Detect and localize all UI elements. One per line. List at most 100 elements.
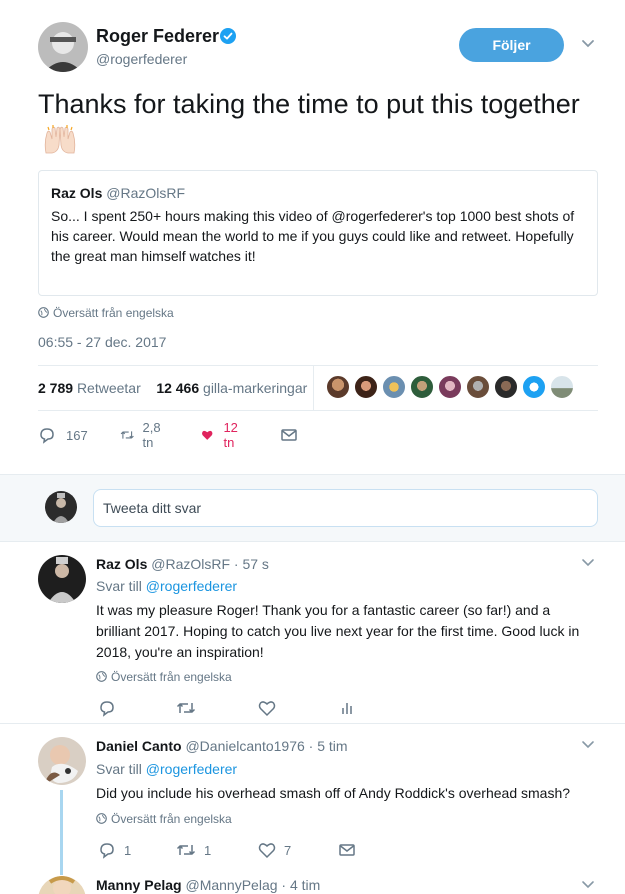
reply-author-handle[interactable]: @Danielcanto1976 — [185, 738, 304, 754]
liker-avatar[interactable] — [410, 375, 434, 399]
tweet-text-body: Thanks for taking the time to put this t… — [38, 89, 580, 119]
reply-to-line: Svar till @rogerfederer — [96, 578, 237, 594]
reply-button[interactable] — [98, 697, 116, 719]
liker-avatar[interactable] — [466, 375, 490, 399]
tweet-text: Thanks for taking the time to put this t… — [38, 86, 598, 164]
reply-button[interactable]: 167 — [38, 424, 88, 446]
like-count-short: 12 tn — [223, 420, 238, 450]
direct-message-button[interactable] — [280, 424, 298, 446]
divider — [38, 365, 598, 366]
reply-author-avatar[interactable] — [38, 555, 86, 603]
author-avatar[interactable] — [38, 22, 88, 72]
retweet-count-short: 2,8 tn — [142, 420, 161, 450]
quoted-tweet-text: So... I spent 250+ hours making this vid… — [51, 208, 575, 264]
retweet-button[interactable]: 2,8 tn — [120, 420, 166, 450]
reply-icon — [100, 701, 114, 717]
reply-time[interactable]: · 4 tim — [281, 877, 320, 893]
reply-author-avatar[interactable] — [38, 876, 86, 894]
chevron-down-icon[interactable] — [581, 880, 595, 890]
liker-avatar[interactable] — [522, 375, 546, 399]
reply-author-name[interactable]: Daniel Canto — [96, 738, 182, 754]
liker-avatars — [326, 375, 578, 401]
like-button[interactable]: 12 tn — [201, 420, 243, 450]
retweet-label: Retweetar — [76, 380, 141, 396]
like-count: 12 466 — [156, 380, 200, 396]
tweet-stats: 2 789 Retweetar 12 466 gilla-markeringar — [38, 380, 307, 396]
reply-input[interactable] — [93, 489, 598, 527]
reply-time[interactable]: · 57 s — [234, 556, 269, 572]
reply-header: Daniel Canto @Danielcanto1976 · 5 tim — [96, 738, 348, 754]
like-button[interactable]: 7 — [258, 839, 291, 861]
reply-text: It was my pleasure Roger! Thank you for … — [96, 602, 580, 660]
translate-link[interactable]: Översätt från engelska — [96, 670, 232, 684]
reply-icon — [40, 428, 54, 444]
reply-divider — [0, 723, 625, 724]
following-button[interactable]: Följer — [459, 28, 564, 62]
liker-avatar[interactable] — [354, 375, 378, 399]
globe-icon — [96, 671, 107, 682]
reply-to-line: Svar till @rogerfederer — [96, 761, 237, 777]
chevron-down-icon[interactable] — [580, 38, 596, 50]
quoted-tweet[interactable]: Raz Ols @RazOlsRF So... I spent 250+ hou… — [38, 170, 598, 296]
globe-icon — [96, 813, 107, 824]
liker-avatar[interactable] — [382, 375, 406, 399]
liker-avatar[interactable] — [494, 375, 518, 399]
reply-button[interactable]: 1 — [98, 839, 131, 861]
reply-author-handle[interactable]: @RazOlsRF — [151, 556, 230, 572]
tweet-timestamp[interactable]: 06:55 - 27 dec. 2017 — [38, 334, 166, 350]
liker-avatar[interactable] — [326, 375, 350, 399]
reply-author-name[interactable]: Manny Pelag — [96, 877, 182, 893]
reply-time[interactable]: · 5 tim — [309, 738, 348, 754]
retweet-count: 1 — [204, 842, 212, 858]
reply-author-avatar[interactable] — [38, 737, 86, 785]
reply-header: Raz Ols @RazOlsRF · 57 s — [96, 556, 269, 572]
retweet-count: 2 789 — [38, 380, 74, 396]
author-name[interactable]: Roger Federer — [96, 26, 219, 47]
translate-label: Översätt från engelska — [53, 306, 174, 320]
reply-to-label: Svar till — [96, 578, 142, 594]
verified-badge-icon — [220, 28, 236, 44]
translate-label: Översätt från engelska — [111, 812, 232, 826]
retweet-icon — [176, 703, 196, 713]
stats-divider — [313, 366, 314, 410]
thread-connector-line — [60, 790, 63, 875]
reply-author-handle[interactable]: @MannyPelag — [185, 877, 277, 893]
reply-icon — [100, 843, 114, 859]
reply-to-link[interactable]: @rogerfederer — [146, 761, 237, 777]
retweet-button[interactable] — [176, 697, 196, 719]
retweet-icon — [120, 431, 134, 439]
like-button[interactable] — [258, 697, 276, 719]
reply-to-link[interactable]: @rogerfederer — [146, 578, 237, 594]
reply-count: 167 — [66, 427, 88, 443]
envelope-icon — [339, 844, 355, 856]
envelope-icon — [281, 429, 297, 441]
globe-icon — [38, 307, 49, 318]
quoted-author-handle: @RazOlsRF — [106, 185, 186, 201]
liker-avatar[interactable] — [438, 375, 462, 399]
heart-icon — [258, 701, 276, 717]
liker-avatar[interactable] — [550, 375, 574, 399]
author-handle[interactable]: @rogerfederer — [96, 51, 187, 67]
raised-hands-emoji-icon — [42, 125, 78, 164]
reply-text: Did you include his overhead smash off o… — [96, 785, 571, 801]
translate-link[interactable]: Översätt från engelska — [38, 306, 174, 320]
chevron-down-icon[interactable] — [581, 558, 595, 568]
analytics-icon — [342, 703, 352, 714]
reply-header: Manny Pelag @MannyPelag · 4 tim — [96, 877, 320, 893]
reply-author-name[interactable]: Raz Ols — [96, 556, 147, 572]
quoted-tweet-header: Raz Ols @RazOlsRF — [51, 185, 185, 201]
chevron-down-icon[interactable] — [581, 740, 595, 750]
retweet-button[interactable]: 1 — [176, 839, 211, 861]
divider — [38, 410, 598, 411]
like-count: 7 — [284, 842, 292, 858]
retweet-stat[interactable]: 2 789 Retweetar — [38, 380, 141, 396]
like-label: gilla-markeringar — [203, 380, 308, 396]
reply-to-label: Svar till — [96, 761, 142, 777]
translate-link[interactable]: Översätt från engelska — [96, 812, 232, 826]
current-user-avatar[interactable] — [45, 491, 77, 523]
direct-message-button[interactable] — [338, 839, 356, 861]
like-stat[interactable]: 12 466 gilla-markeringar — [156, 380, 307, 396]
retweet-icon — [176, 845, 196, 855]
analytics-button[interactable] — [338, 697, 356, 719]
heart-icon — [258, 843, 276, 859]
